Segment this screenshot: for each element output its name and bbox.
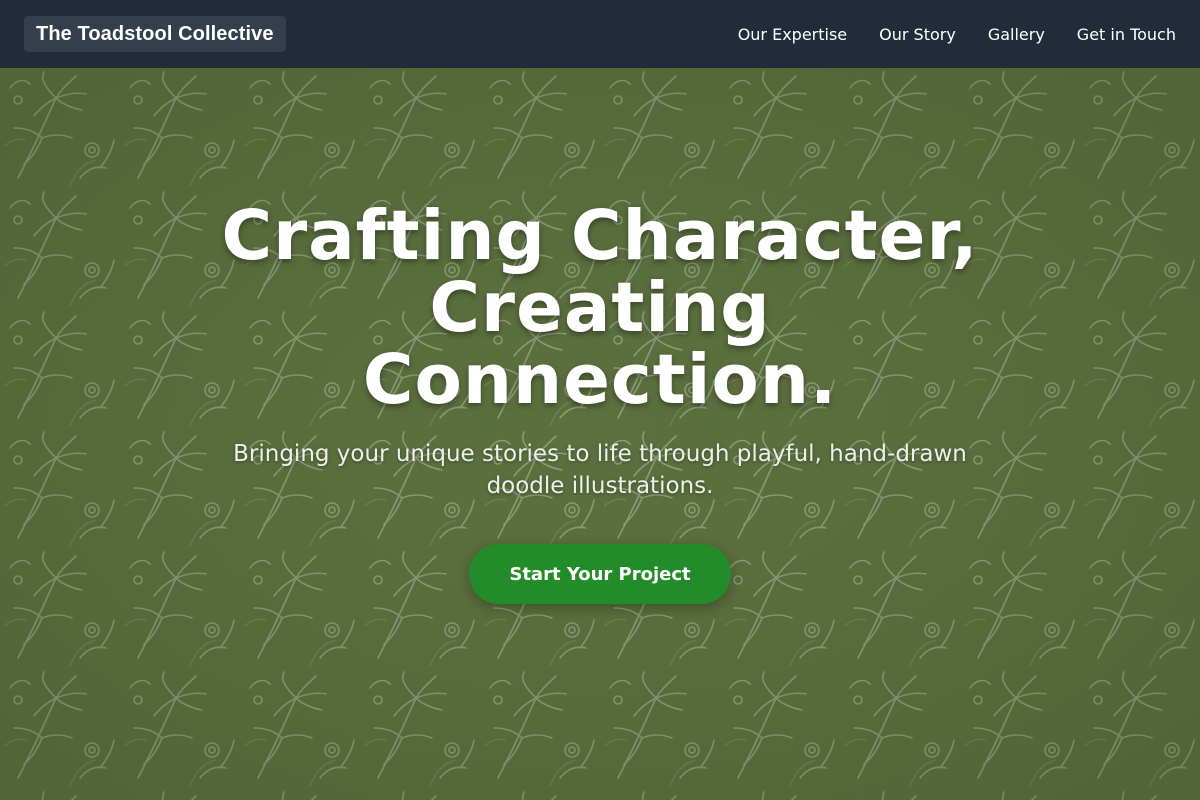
- top-navigation-bar: The Toadstool Collective Our Expertise O…: [0, 0, 1200, 68]
- nav-link-our-expertise[interactable]: Our Expertise: [738, 25, 847, 44]
- hero-content: Crafting Character, Creating Connection.…: [0, 200, 1200, 604]
- nav-link-our-story[interactable]: Our Story: [879, 25, 956, 44]
- hero-headline: Crafting Character, Creating Connection.: [221, 196, 979, 420]
- nav-link-get-in-touch[interactable]: Get in Touch: [1077, 25, 1176, 44]
- hero-section: Crafting Character, Creating Connection.…: [0, 68, 1200, 800]
- hero-subtitle: Bringing your unique stories to life thr…: [233, 441, 967, 499]
- nav-link-gallery[interactable]: Gallery: [988, 25, 1045, 44]
- site-logo[interactable]: The Toadstool Collective: [24, 16, 286, 52]
- start-your-project-button[interactable]: Start Your Project: [469, 544, 731, 604]
- primary-nav: Our Expertise Our Story Gallery Get in T…: [738, 25, 1176, 44]
